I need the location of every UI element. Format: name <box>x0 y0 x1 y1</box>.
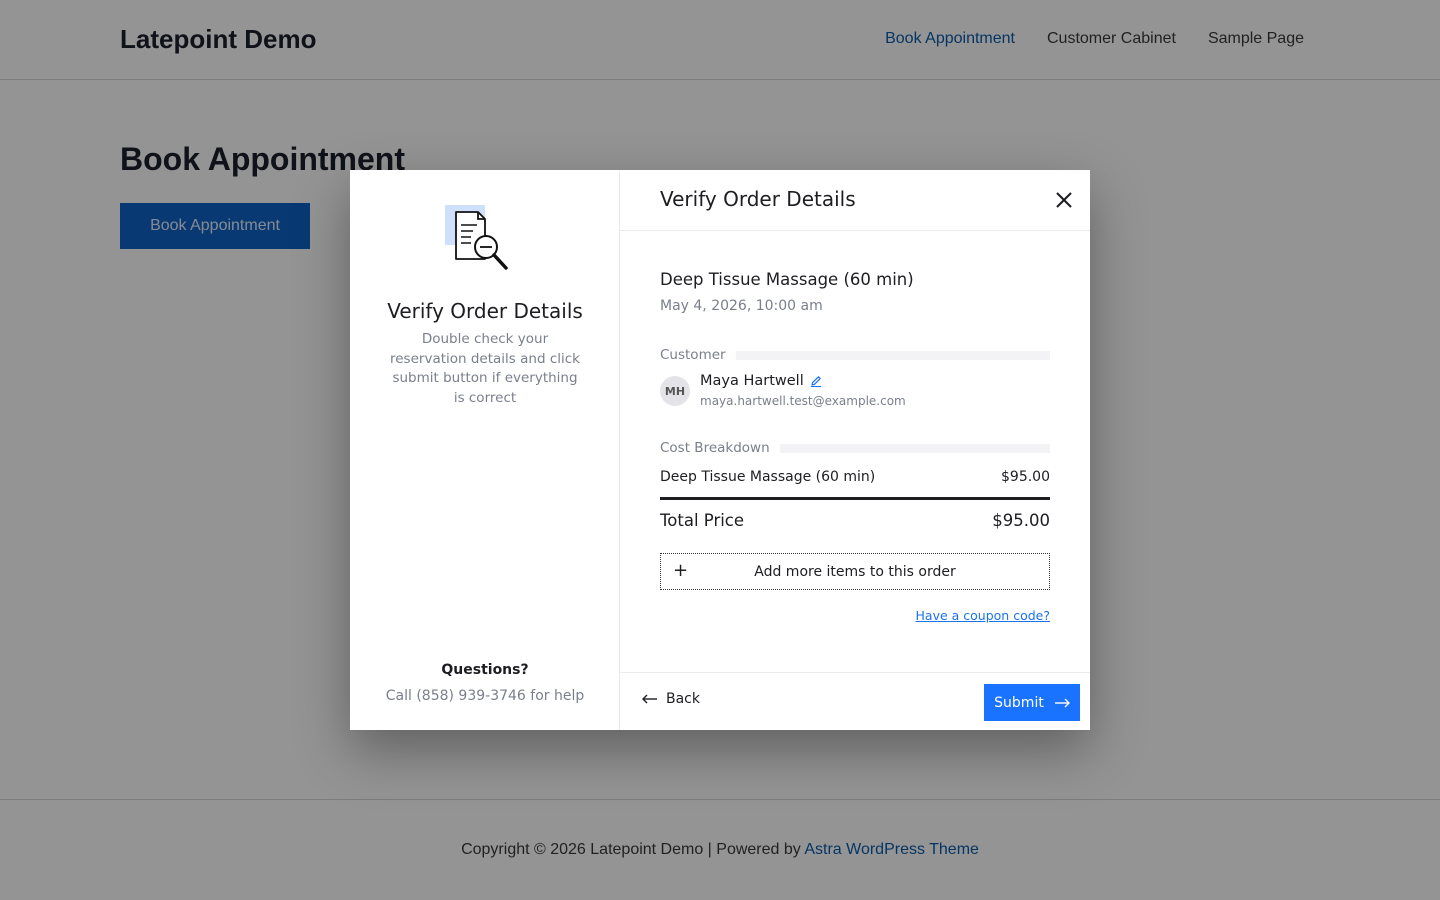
arrow-right-icon <box>1054 698 1070 707</box>
line-item-price: $95.00 <box>1001 469 1050 485</box>
cost-section-label: Cost Breakdown <box>660 440 1050 456</box>
document-search-icon <box>445 205 508 270</box>
side-description: Double check your reservation details an… <box>390 331 580 406</box>
section-divider <box>779 443 1050 453</box>
add-more-items-button[interactable]: + Add more items to this order <box>660 553 1050 590</box>
line-item-name: Deep Tissue Massage (60 min) <box>660 469 876 485</box>
submit-label: Submit <box>994 694 1044 711</box>
booking-modal: Verify Order Details Double check your r… <box>350 170 1090 730</box>
service-name: Deep Tissue Massage (60 min) <box>660 270 914 289</box>
modal-main-panel: Verify Order Details Deep Tissue Massage… <box>620 170 1090 730</box>
modal-title: Verify Order Details <box>660 187 856 211</box>
cost-label: Cost Breakdown <box>660 440 770 456</box>
modal-footer: Back Submit <box>620 672 1090 730</box>
pencil-edit-icon[interactable] <box>810 375 822 387</box>
total-value: $95.00 <box>992 511 1050 530</box>
customer-name-row: Maya Hartwell <box>700 373 822 389</box>
customer-name: Maya Hartwell <box>700 373 804 389</box>
plus-icon: + <box>673 560 689 581</box>
total-divider <box>660 497 1050 500</box>
modal-header: Verify Order Details <box>620 170 1090 231</box>
customer-label: Customer <box>660 347 726 363</box>
service-datetime: May 4, 2026, 10:00 am <box>660 298 823 314</box>
back-button[interactable]: Back <box>642 691 700 707</box>
arrow-left-icon <box>642 694 657 704</box>
cost-line-item: Deep Tissue Massage (60 min) $95.00 <box>660 469 1050 485</box>
questions-heading: Questions? <box>441 662 529 678</box>
customer-section-label: Customer <box>660 347 1050 363</box>
avatar: MH <box>660 376 690 406</box>
modal-side-panel: Verify Order Details Double check your r… <box>350 170 620 730</box>
add-more-items-label: Add more items to this order <box>754 563 956 580</box>
submit-button[interactable]: Submit <box>984 684 1080 721</box>
total-row: Total Price $95.00 <box>660 511 1050 530</box>
back-label: Back <box>666 691 700 707</box>
side-title: Verify Order Details <box>387 299 583 323</box>
close-icon[interactable] <box>1054 190 1074 210</box>
help-phone-text: Call (858) 939-3746 for help <box>385 688 585 704</box>
total-label: Total Price <box>660 511 745 530</box>
customer-email: maya.hartwell.test@example.com <box>700 394 906 408</box>
coupon-link[interactable]: Have a coupon code? <box>916 608 1050 623</box>
section-divider <box>735 350 1050 360</box>
